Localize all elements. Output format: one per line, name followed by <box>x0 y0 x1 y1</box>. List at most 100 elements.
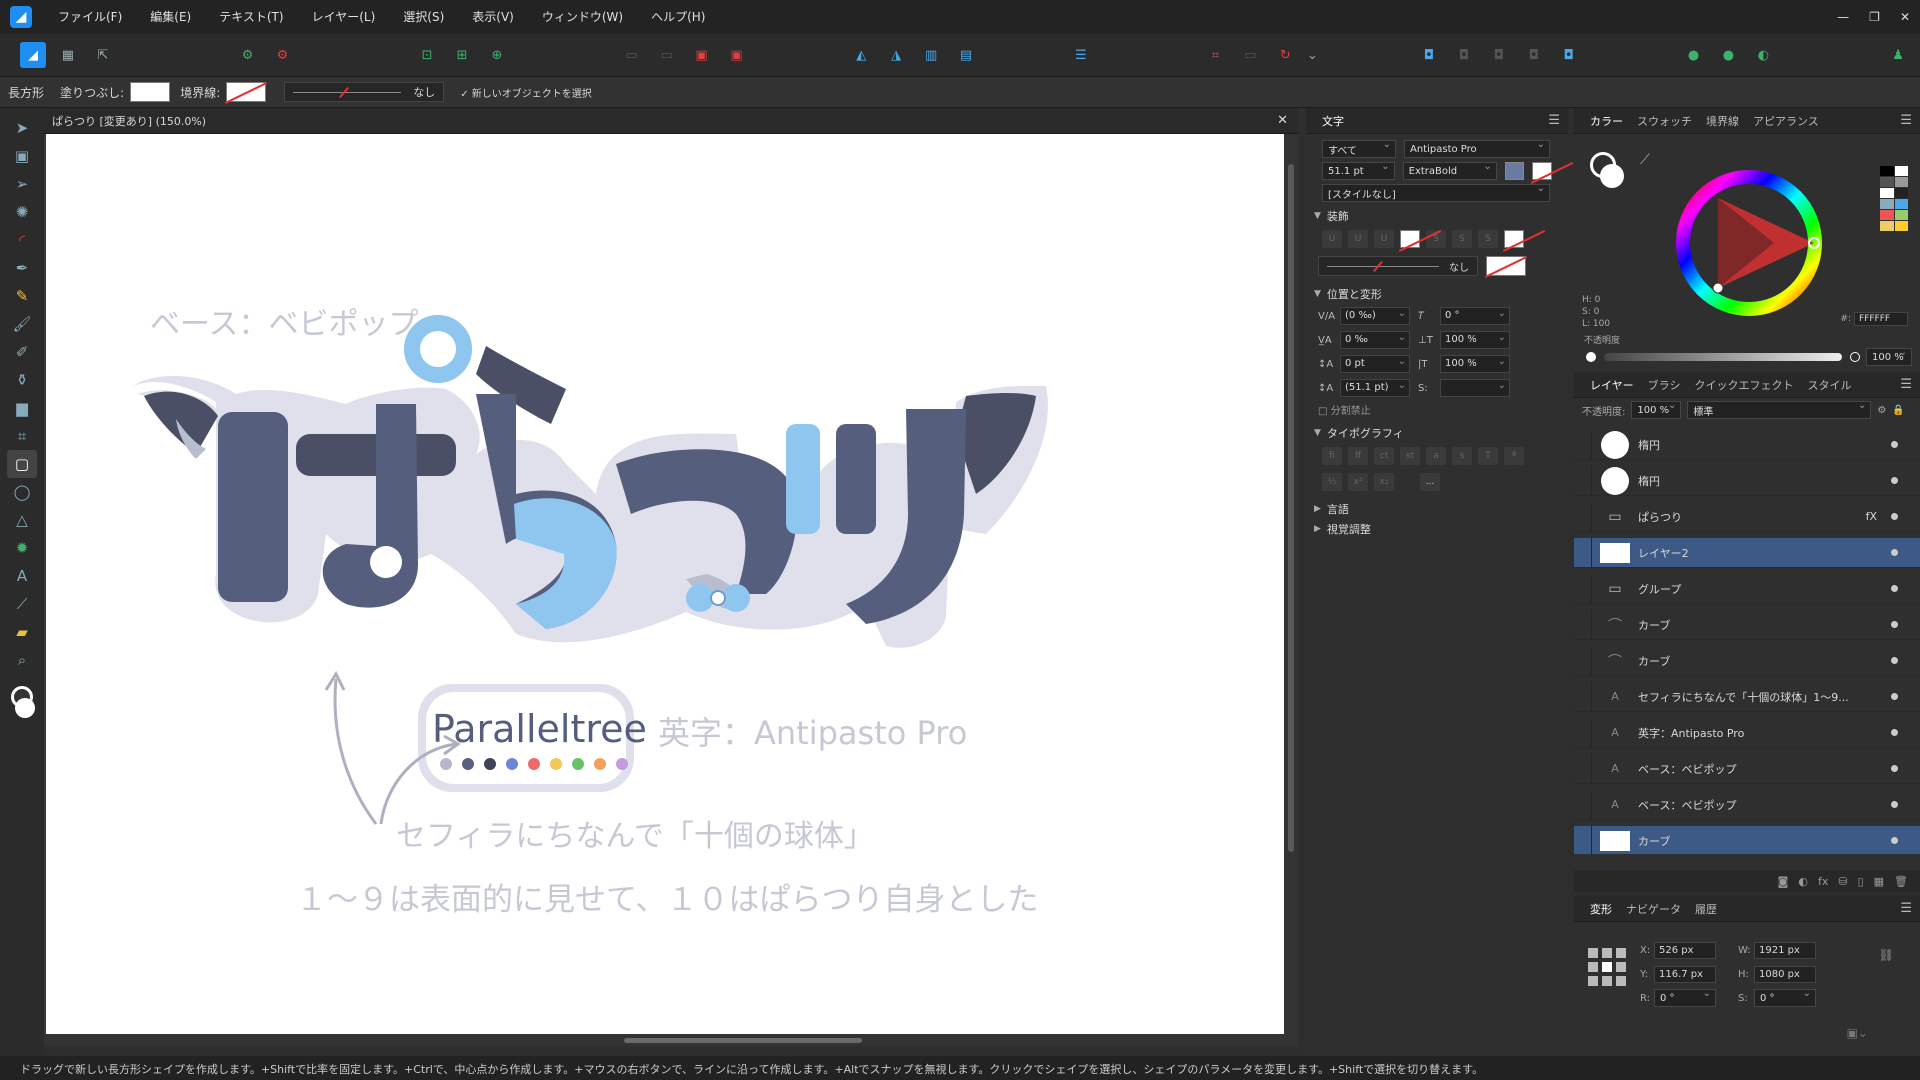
menu-view[interactable]: 表示(V) <box>458 0 528 34</box>
stylistic-icon[interactable]: a <box>1426 447 1446 465</box>
lock-icon[interactable]: 🔒 <box>1892 405 1904 416</box>
more-typography-button[interactable]: ... <box>1420 473 1440 491</box>
visibility-toggle[interactable] <box>1891 729 1898 736</box>
titling-icon[interactable]: T <box>1478 447 1498 465</box>
tab-navigator[interactable]: ナビゲータ <box>1626 901 1681 917</box>
panel-menu-icon[interactable]: ☰ <box>1548 113 1560 128</box>
tab-quick-effects[interactable]: クイックエフェクト <box>1694 377 1793 393</box>
panel-menu-icon[interactable]: ☰ <box>1900 377 1912 392</box>
layer-row[interactable]: レイヤー2 <box>1574 537 1920 568</box>
vertical-scroll-thumb[interactable] <box>1288 164 1294 852</box>
snap-grid-icon[interactable]: ⊞ <box>449 42 475 68</box>
font-family-dropdown[interactable]: Antipasto Pro <box>1404 139 1550 158</box>
visibility-toggle[interactable] <box>1891 837 1898 844</box>
flip-horizontal-icon[interactable]: ◭ <box>848 42 874 68</box>
rotate-right-icon[interactable]: ▤ <box>953 42 979 68</box>
visibility-toggle[interactable] <box>1891 441 1898 448</box>
no-break-checkbox[interactable]: □ 分割禁止 <box>1306 400 1568 419</box>
pixel-persona-icon[interactable]: ▦ <box>55 42 81 68</box>
menu-text[interactable]: テキスト(T) <box>205 0 297 34</box>
color-handle[interactable] <box>1712 282 1724 294</box>
color-picker-icon[interactable]: ⟋ <box>7 590 37 618</box>
menu-select[interactable]: 選択(S) <box>389 0 458 34</box>
typography-section[interactable]: ▼ タイポグラフィ <box>1306 423 1568 443</box>
delete-layer-icon[interactable]: 🗑 <box>1894 875 1908 888</box>
y-field[interactable]: 116.7 px <box>1654 965 1716 983</box>
brush-tool-icon[interactable]: 🖌 <box>7 310 37 338</box>
x-field[interactable]: 526 px <box>1654 941 1716 959</box>
layer-expand-toggle[interactable] <box>1574 717 1592 748</box>
quick-swatches[interactable] <box>1880 166 1908 231</box>
layer-expand-toggle[interactable] <box>1574 430 1592 460</box>
layer-opacity-field[interactable]: 100 % <box>1631 400 1682 419</box>
add-group-icon[interactable]: ▦ <box>1874 875 1884 888</box>
stroke-swatch[interactable] <box>226 82 267 102</box>
underline-thick-icon[interactable]: U <box>1374 230 1394 248</box>
snap-options-icon[interactable]: ⊕ <box>484 42 510 68</box>
document-tab[interactable]: ぱらつり [変更あり] (150.0%) ✕ <box>44 108 1298 134</box>
text-stroke-swatch[interactable] <box>1532 162 1553 180</box>
zoom-tool-icon[interactable]: ⌕ <box>7 646 37 674</box>
boolean-xor-icon[interactable]: ◘ <box>1521 42 1547 68</box>
account-icon[interactable]: ♟ <box>1885 42 1911 68</box>
gear-icon[interactable]: ⚙ <box>1877 405 1886 416</box>
font-size-field[interactable]: 51.1 pt <box>1322 161 1395 180</box>
h-field[interactable]: 1080 px <box>1754 965 1816 983</box>
live-filter-icon[interactable]: ⛁ <box>1838 875 1847 888</box>
decoration-section[interactable]: ▼ 装飾 <box>1306 206 1568 226</box>
export-persona-icon[interactable]: ⇱ <box>90 42 116 68</box>
horizontal-scroll-thumb[interactable] <box>624 1038 862 1043</box>
menu-help[interactable]: ヘルプ(H) <box>637 0 719 34</box>
strike-color-swatch[interactable] <box>1504 230 1524 248</box>
strike-double-icon[interactable]: S <box>1452 230 1472 248</box>
layer-expand-toggle[interactable] <box>1574 573 1592 604</box>
studio-icon[interactable]: ● <box>1715 42 1741 68</box>
scope-dropdown[interactable]: すべて <box>1322 139 1396 158</box>
opacity-slider[interactable] <box>1604 353 1842 361</box>
strike-thick-icon[interactable]: S <box>1478 230 1498 248</box>
transform-origin-icon[interactable]: ⌗ <box>1202 42 1228 68</box>
layer-row[interactable]: A セフィラにちなんで「十個の球体」1～9... <box>1574 681 1920 712</box>
snap-icon[interactable]: ⊡ <box>414 42 440 68</box>
layer-expand-toggle[interactable] <box>1574 465 1592 496</box>
visual-adjust-section[interactable]: ▶ 視覚調整 <box>1306 519 1568 539</box>
close-window-button[interactable]: ✕ <box>1900 10 1910 24</box>
rotate-left-icon[interactable]: ▥ <box>918 42 944 68</box>
superscript-icon[interactable]: x² <box>1348 473 1368 491</box>
visibility-toggle[interactable] <box>1891 801 1898 808</box>
language-section[interactable]: ▶ 言語 <box>1306 499 1568 519</box>
color-wheel[interactable] <box>1674 168 1824 318</box>
visibility-toggle[interactable] <box>1891 657 1898 664</box>
crop-tool-icon[interactable]: ⌗ <box>7 422 37 450</box>
tab-history[interactable]: 履歴 <box>1695 901 1717 917</box>
artboard[interactable]: ベース：ベビポップ Paralleltree 英字：Antipasto Pro … <box>46 134 1284 1034</box>
tab-character[interactable]: 文字 <box>1322 113 1344 129</box>
blend-mode-dropdown[interactable]: 標準 <box>1687 400 1872 419</box>
tab-styles[interactable]: スタイル <box>1807 377 1851 393</box>
fill-swatch[interactable] <box>130 82 171 102</box>
fx-icon[interactable]: fX <box>1866 510 1877 523</box>
minimize-button[interactable]: — <box>1837 10 1849 24</box>
flip-vertical-icon[interactable]: ◮ <box>883 42 909 68</box>
canvas-area[interactable]: ベース：ベビポップ Paralleltree 英字：Antipasto Pro … <box>44 134 1298 1046</box>
decoration-line-picker[interactable]: なし <box>1318 256 1478 276</box>
align-dropdown-icon[interactable]: ▣⌄ <box>1847 1026 1868 1040</box>
layer-expand-toggle[interactable] <box>1574 681 1592 712</box>
menu-file[interactable]: ファイル(F) <box>44 0 136 34</box>
restore-button[interactable]: ❐ <box>1869 10 1880 24</box>
horizontal-scrollbar[interactable] <box>44 1034 1284 1046</box>
menu-window[interactable]: ウィンドウ(W) <box>528 0 637 34</box>
node-icon[interactable]: ▭ <box>1237 42 1263 68</box>
decoration-swatch[interactable] <box>1486 256 1526 276</box>
text-tool-icon[interactable]: A <box>7 562 37 590</box>
place-image-icon[interactable]: ▆ <box>7 394 37 422</box>
fill-stroke-indicator[interactable] <box>1590 152 1630 192</box>
menu-layer[interactable]: レイヤー(L) <box>298 0 390 34</box>
assistant-icon[interactable]: ● <box>1681 42 1707 68</box>
underline-color-swatch[interactable] <box>1400 230 1420 248</box>
boolean-divide-icon[interactable]: ◘ <box>1556 42 1582 68</box>
swash-icon[interactable]: st <box>1400 447 1420 465</box>
eyedropper-icon[interactable]: ⟋ <box>1640 152 1650 168</box>
boolean-intersect-icon[interactable]: ◘ <box>1486 42 1512 68</box>
chevron-down-icon[interactable]: ⌄ <box>1307 42 1318 68</box>
